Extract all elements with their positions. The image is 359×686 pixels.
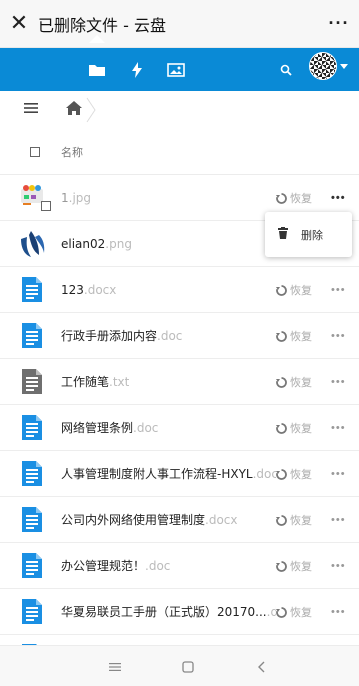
- more-options-icon[interactable]: ···: [319, 13, 359, 34]
- document-icon: [22, 507, 42, 532]
- back-icon[interactable]: [257, 646, 265, 686]
- folder-icon[interactable]: [86, 48, 108, 91]
- file-name[interactable]: 行政手册添加内容.doc: [61, 313, 182, 359]
- document-icon: [22, 415, 42, 440]
- restore-icon: [276, 376, 287, 388]
- restore-icon: [276, 514, 287, 526]
- document-icon: [22, 553, 42, 578]
- more-actions-icon[interactable]: •••: [331, 359, 346, 405]
- document-icon: [22, 599, 42, 624]
- more-actions-icon[interactable]: •••: [331, 497, 346, 543]
- recents-icon[interactable]: [109, 646, 121, 686]
- text-file-icon: [22, 369, 42, 394]
- file-name[interactable]: 1.jpg: [61, 175, 91, 221]
- restore-icon: [276, 606, 287, 618]
- restore-button[interactable]: 恢复: [276, 359, 312, 405]
- restore-icon: [276, 422, 287, 434]
- file-row[interactable]: 办公管理规范！.doc 恢复 •••: [0, 543, 359, 589]
- search-icon[interactable]: [279, 48, 293, 91]
- file-name[interactable]: 办公管理规范！.doc: [61, 543, 170, 589]
- lightning-icon[interactable]: [128, 48, 146, 91]
- more-actions-icon[interactable]: •••: [331, 589, 346, 635]
- file-row[interactable]: 人事管理制度附人事工作流程-HXYL.doc 恢复 •••: [0, 451, 359, 497]
- nav-bar: [0, 48, 359, 91]
- restore-button[interactable]: 恢复: [276, 405, 312, 451]
- restore-icon: [276, 284, 287, 296]
- menu-icon[interactable]: [24, 101, 40, 119]
- restore-icon: [276, 192, 287, 204]
- avatar[interactable]: [309, 52, 337, 80]
- file-name[interactable]: 123.docx: [61, 267, 116, 313]
- trash-icon: [278, 226, 288, 244]
- home-button-icon[interactable]: [182, 646, 194, 686]
- restore-icon: [276, 560, 287, 572]
- list-header: 名称: [0, 129, 359, 175]
- more-actions-icon[interactable]: •••: [331, 451, 346, 497]
- active-tab-indicator: [89, 35, 105, 43]
- restore-button[interactable]: 恢复: [276, 589, 312, 635]
- file-name[interactable]: 人事管理制度附人事工作流程-HXYL.doc: [61, 451, 276, 497]
- restore-button[interactable]: 恢复: [276, 543, 312, 589]
- restore-icon: [276, 468, 287, 480]
- restore-button[interactable]: 恢复: [276, 267, 312, 313]
- more-actions-icon[interactable]: •••: [331, 405, 346, 451]
- file-name[interactable]: 工作随笔.txt: [61, 359, 129, 405]
- breadcrumb: [0, 91, 359, 129]
- file-row[interactable]: 公司内外网络使用管理制度.docx 恢复 •••: [0, 497, 359, 543]
- restore-button[interactable]: 恢复: [276, 313, 312, 359]
- restore-button[interactable]: 恢复: [276, 497, 312, 543]
- row-checkbox[interactable]: [41, 201, 51, 211]
- file-name[interactable]: 网络管理条例.doc: [61, 405, 158, 451]
- more-actions-icon[interactable]: •••: [331, 267, 346, 313]
- file-name[interactable]: 华夏易联员工手册（正式版）20170....docx: [61, 589, 276, 635]
- restore-button[interactable]: 恢复: [276, 451, 312, 497]
- breadcrumb-separator: [86, 97, 96, 123]
- logo-image-icon: [19, 229, 45, 259]
- page-title: 已删除文件 - 云盘: [38, 15, 166, 35]
- delete-menu-item[interactable]: 删除: [301, 227, 323, 243]
- close-icon[interactable]: ✕: [0, 11, 38, 36]
- file-name[interactable]: 公司内外网络使用管理制度.docx: [61, 497, 238, 543]
- document-icon: [22, 277, 42, 302]
- file-row[interactable]: 网络管理条例.doc 恢复 •••: [0, 405, 359, 451]
- file-row[interactable]: 行政手册添加内容.doc 恢复 •••: [0, 313, 359, 359]
- document-icon: [22, 461, 42, 486]
- more-actions-icon[interactable]: •••: [331, 313, 346, 359]
- chevron-down-icon[interactable]: [340, 64, 348, 69]
- image-icon[interactable]: [166, 48, 186, 91]
- file-row[interactable]: 工作随笔.txt 恢复 •••: [0, 359, 359, 405]
- delete-menu[interactable]: 删除: [265, 212, 352, 257]
- file-name[interactable]: elian02.png: [61, 221, 132, 267]
- home-icon[interactable]: [66, 100, 82, 120]
- column-name-header[interactable]: 名称: [61, 144, 83, 160]
- file-row[interactable]: 华夏易联员工手册（正式版）20170....docx 恢复 •••: [0, 589, 359, 635]
- select-all-checkbox[interactable]: [30, 146, 40, 157]
- file-row[interactable]: 123.docx 恢复 •••: [0, 267, 359, 313]
- document-icon: [22, 323, 42, 348]
- more-actions-icon[interactable]: •••: [331, 543, 346, 589]
- system-nav-bar: [0, 645, 359, 686]
- restore-icon: [276, 330, 287, 342]
- title-bar: ✕ 已删除文件 - 云盘 ···: [0, 0, 359, 48]
